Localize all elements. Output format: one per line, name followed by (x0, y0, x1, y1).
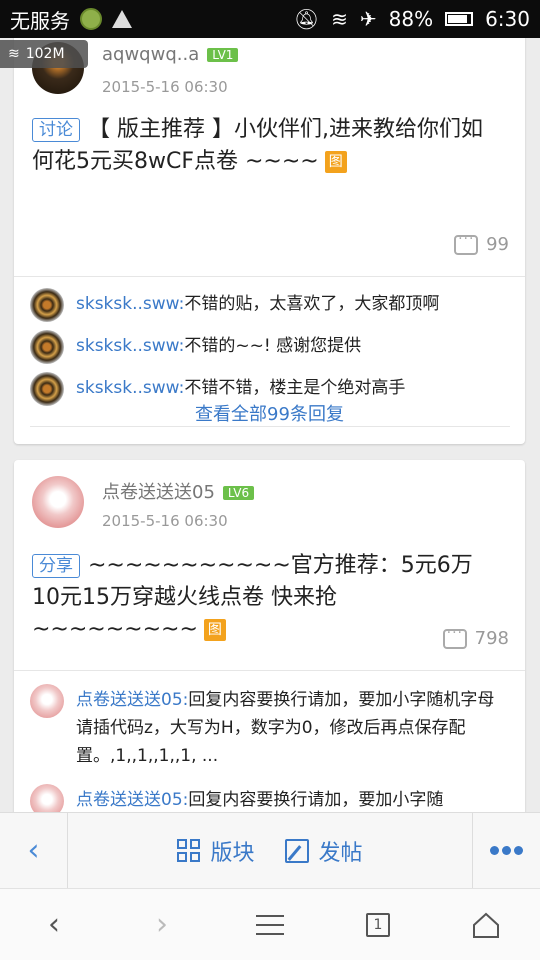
image-badge: 图 (203, 619, 226, 641)
post-card[interactable]: aqwqwq..a LV1 2015-5-16 06:30 讨论【 版主推荐 】小… (14, 38, 525, 444)
view-all-replies-link[interactable]: 查看全部99条回复 (14, 400, 525, 426)
nav-tabs-button[interactable]: 1 (348, 895, 408, 955)
divider (30, 426, 510, 427)
reply-avatar[interactable] (30, 784, 64, 812)
reply-text: 回复内容要换行请加，要加小字随 (188, 790, 444, 810)
reply-item[interactable]: 点卷送送送05:回复内容要换行请加，要加小字随 (30, 784, 510, 812)
reply-text: 不错的~~! 感谢您提供 (184, 336, 362, 356)
wifi-small-icon: ≋ (8, 46, 20, 62)
comment-count[interactable]: 798 (442, 625, 509, 649)
browser-navbar: ‹ › 1 (0, 888, 540, 960)
level-badge: LV1 (207, 48, 239, 62)
reply-author[interactable]: 点卷送送送05: (76, 790, 188, 810)
post-author[interactable]: aqwqwq..a LV1 (102, 44, 239, 65)
carrier-label: 无服务 (10, 8, 70, 33)
new-post-button[interactable]: 发帖 (284, 835, 363, 867)
grid-icon (177, 839, 201, 862)
chevron-left-icon: ‹ (27, 833, 40, 868)
reply-item[interactable]: sksksk..sww:不错的~~! 感谢您提供 (30, 330, 510, 364)
airplane-icon: ✈ (359, 7, 377, 31)
post-author[interactable]: 点卷送送送05 LV6 (102, 478, 255, 504)
warning-icon (112, 8, 134, 30)
reply-text: 不错的贴，太喜欢了，大家都顶啊 (184, 294, 440, 314)
reply-author[interactable]: sksksk..sww: (76, 336, 184, 356)
tabs-icon: 1 (366, 912, 390, 937)
forum-toolbar: ‹ 版块 发帖 (0, 812, 540, 888)
new-post-label: 发帖 (318, 840, 363, 866)
comment-count[interactable]: 99 (454, 231, 509, 255)
comment-bubble-icon (454, 231, 479, 255)
level-badge: LV6 (222, 486, 255, 500)
category-tag[interactable]: 讨论 (32, 118, 80, 142)
chevron-right-icon: › (156, 907, 168, 942)
category-tag[interactable]: 分享 (32, 554, 80, 578)
nav-home-button[interactable] (456, 895, 516, 955)
reply-author[interactable]: sksksk..sww: (76, 294, 184, 314)
avatar[interactable] (32, 476, 84, 528)
wifi-icon: ≋ (331, 7, 348, 31)
post-card[interactable]: 点卷送送送05 LV6 2015-5-16 06:30 分享 ~~~~~~~~~~~… (14, 460, 525, 812)
reply-avatar[interactable] (30, 330, 64, 364)
reply-avatar[interactable] (30, 288, 64, 322)
post-title[interactable]: 讨论【 版主推荐 】小伙伴们,进来教给你们如何花5元买8wCF点卷 ~~~~ 图 (32, 114, 502, 178)
image-badge: 图 (324, 151, 347, 173)
mute-icon: 🔕︎ (293, 7, 320, 31)
comment-count-value: 99 (486, 234, 509, 255)
battery-percent: 88% (388, 7, 434, 31)
menu-icon (256, 914, 284, 935)
reply-item[interactable]: sksksk..sww:不错的贴，太喜欢了，大家都顶啊 (30, 288, 510, 322)
nav-menu-button[interactable] (240, 895, 300, 955)
network-speed-overlay[interactable]: ≋ 102M (0, 40, 88, 68)
edit-icon (284, 838, 309, 863)
post-time: 2015-5-16 06:30 (102, 512, 228, 530)
nav-forward-button[interactable]: › (132, 895, 192, 955)
author-name[interactable]: aqwqwq..a (102, 44, 199, 65)
post-feed[interactable]: aqwqwq..a LV1 2015-5-16 06:30 讨论【 版主推荐 】小… (0, 38, 540, 812)
post-title-text[interactable]: 【 版主推荐 】小伙伴们,进来教给你们如何花5元买8wCF点卷 ~~~~ (32, 117, 483, 174)
reply-item[interactable]: 点卷送送送05:回复内容要换行请加，要加小字随机字母请插代码z，大写为H，数字为… (30, 684, 510, 770)
post-title-text[interactable]: ~~~~~~~~~~~官方推荐：5元6万 10元15万穿越火线点卷 快来抢~~~… (32, 553, 473, 642)
status-bar: 无服务 🔕︎ ≋ ✈ 88% 6:30 (0, 0, 540, 38)
divider (14, 276, 525, 277)
nav-back-button[interactable]: ‹ (24, 895, 84, 955)
divider (14, 670, 525, 671)
app-notification-icon (80, 8, 102, 30)
network-speed-value: 102M (25, 46, 65, 62)
battery-icon (445, 12, 474, 26)
clock: 6:30 (485, 7, 530, 31)
reply-text: 不错不错，楼主是个绝对高手 (184, 378, 406, 398)
post-time: 2015-5-16 06:30 (102, 78, 228, 96)
home-icon (473, 912, 499, 938)
board-button[interactable]: 版块 (177, 835, 255, 867)
post-title[interactable]: 分享 ~~~~~~~~~~~官方推荐：5元6万 10元15万穿越火线点卷 快来抢~… (32, 550, 502, 646)
comment-bubble-icon (442, 625, 467, 649)
more-button[interactable] (472, 813, 540, 888)
author-name[interactable]: 点卷送送送05 (102, 482, 215, 503)
board-label: 版块 (210, 840, 255, 866)
reply-author[interactable]: sksksk..sww: (76, 378, 184, 398)
back-button[interactable]: ‹ (0, 813, 68, 888)
comment-count-value: 798 (474, 628, 509, 649)
reply-avatar[interactable] (30, 684, 64, 718)
reply-author[interactable]: 点卷送送送05: (76, 690, 188, 710)
chevron-left-icon: ‹ (48, 907, 60, 942)
